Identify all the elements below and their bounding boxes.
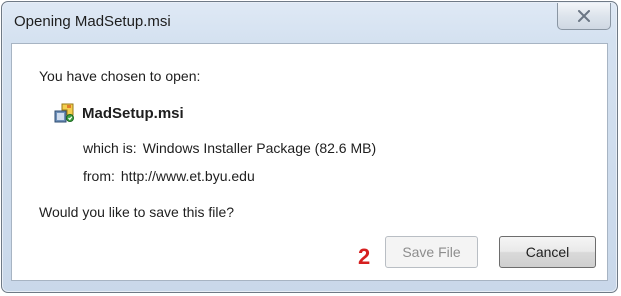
close-icon [578,10,590,22]
step-number-annotation: 2 [358,244,371,269]
open-prompt: You have chosen to open: [39,68,201,84]
save-question: Would you like to save this file? [39,204,235,220]
file-type-value: Windows Installer Package (82.6 MB) [142,140,377,156]
close-button[interactable] [557,3,611,30]
file-name: MadSetup.msi [82,104,184,122]
title-bar[interactable]: Opening MadSetup.msi [2,2,617,42]
dialog-window: Opening MadSetup.msi You have chosen to … [1,1,618,293]
which-is-label: which is: [83,140,137,156]
file-source-row: from: http://www.et.byu.edu [83,168,255,184]
source-url: http://www.et.byu.edu [120,168,255,184]
dialog-content: You have chosen to open: MadSetup.msi wh… [11,43,608,281]
file-type-row: which is: Windows Installer Package (82.6… [83,140,376,156]
save-file-button[interactable]: Save File [385,236,478,268]
from-label: from: [83,168,115,184]
window-title: Opening MadSetup.msi [14,13,171,30]
installer-package-icon [54,103,74,123]
file-info: MadSetup.msi [53,102,184,124]
cancel-button[interactable]: Cancel [499,236,596,268]
